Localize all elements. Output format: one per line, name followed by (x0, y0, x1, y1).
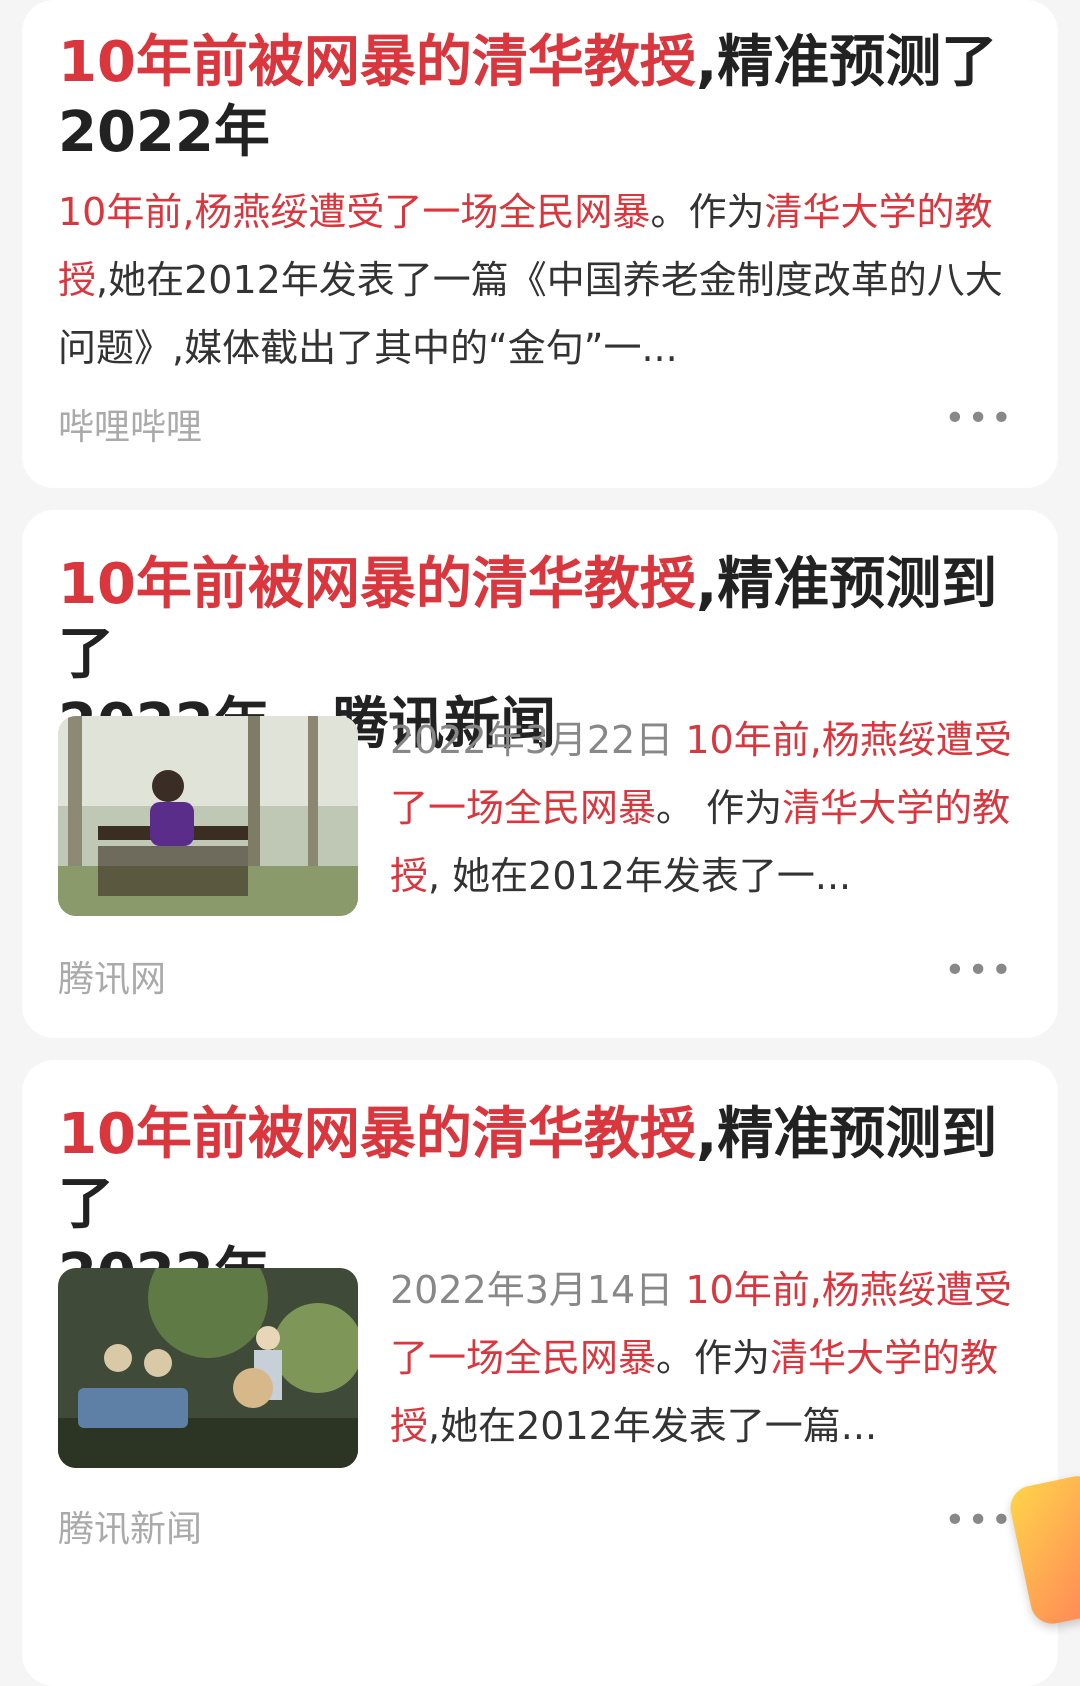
result-title[interactable]: 10年前被网暴的清华教授,精准预测了 2022年 (58, 28, 1010, 168)
title-highlight: 10年前被网暴的清华教授 (58, 552, 696, 617)
title-line2: 2022年 (58, 100, 270, 165)
snippet-text: 。 作为 (656, 786, 783, 830)
source-label: 腾讯网 (58, 959, 167, 1000)
source-label: 腾讯新闻 (58, 1509, 203, 1550)
search-result-card-3[interactable]: 10年前被网暴的清华教授,精准预测到了 2022年 2022年3月14日 10年… (22, 1060, 1058, 1686)
thumbnail-image-garden-group (58, 1268, 358, 1468)
snippet-text: 。作为 (650, 190, 765, 234)
result-thumbnail[interactable] (58, 716, 358, 916)
more-options-icon[interactable]: ••• (944, 950, 1014, 991)
snippet-text: 。作为 (656, 1336, 771, 1380)
snippet-text: , 她在2012年发表了一... (428, 854, 852, 898)
more-options-icon[interactable]: ••• (944, 398, 1014, 439)
publish-date: 2022年3月14日 (390, 1268, 674, 1312)
snippet-highlight: 10年前,杨燕绥遭受了一场全民网暴 (58, 190, 651, 234)
search-result-card-1[interactable]: 10年前被网暴的清华教授,精准预测了 2022年 10年前,杨燕绥遭受了一场全民… (22, 0, 1058, 488)
result-snippet: 2022年3月14日 10年前,杨燕绥遭受了一场全民网暴。作为清华大学的教授,她… (390, 1256, 1030, 1460)
thumbnail-image-park-bench (58, 716, 358, 916)
result-snippet: 2022年3月22日 10年前,杨燕绥遭受了一场全民网暴。 作为清华大学的教授,… (390, 706, 1030, 910)
snippet-text: ,她在2012年发表了一篇... (428, 1404, 878, 1448)
title-highlight: 10年前被网暴的清华教授 (58, 1102, 696, 1167)
title-highlight: 10年前被网暴的清华教授 (58, 30, 696, 95)
result-thumbnail[interactable] (58, 1268, 358, 1468)
title-rest: ,精准预测了 (695, 30, 998, 95)
publish-date: 2022年3月22日 (390, 718, 674, 762)
search-result-card-2[interactable]: 10年前被网暴的清华教授,精准预测到了 2022年 - 腾讯新闻 2022年3月… (22, 510, 1058, 1038)
more-options-icon[interactable]: ••• (944, 1500, 1014, 1541)
source-label: 哔哩哔哩 (58, 407, 203, 448)
snippet-text: ,她在2012年发表了一篇《中国养老金制度改革的八大问题》,媒体截出了其中的“金… (58, 258, 1003, 370)
result-snippet: 10年前,杨燕绥遭受了一场全民网暴。作为清华大学的教授,她在2012年发表了一篇… (58, 178, 1010, 382)
